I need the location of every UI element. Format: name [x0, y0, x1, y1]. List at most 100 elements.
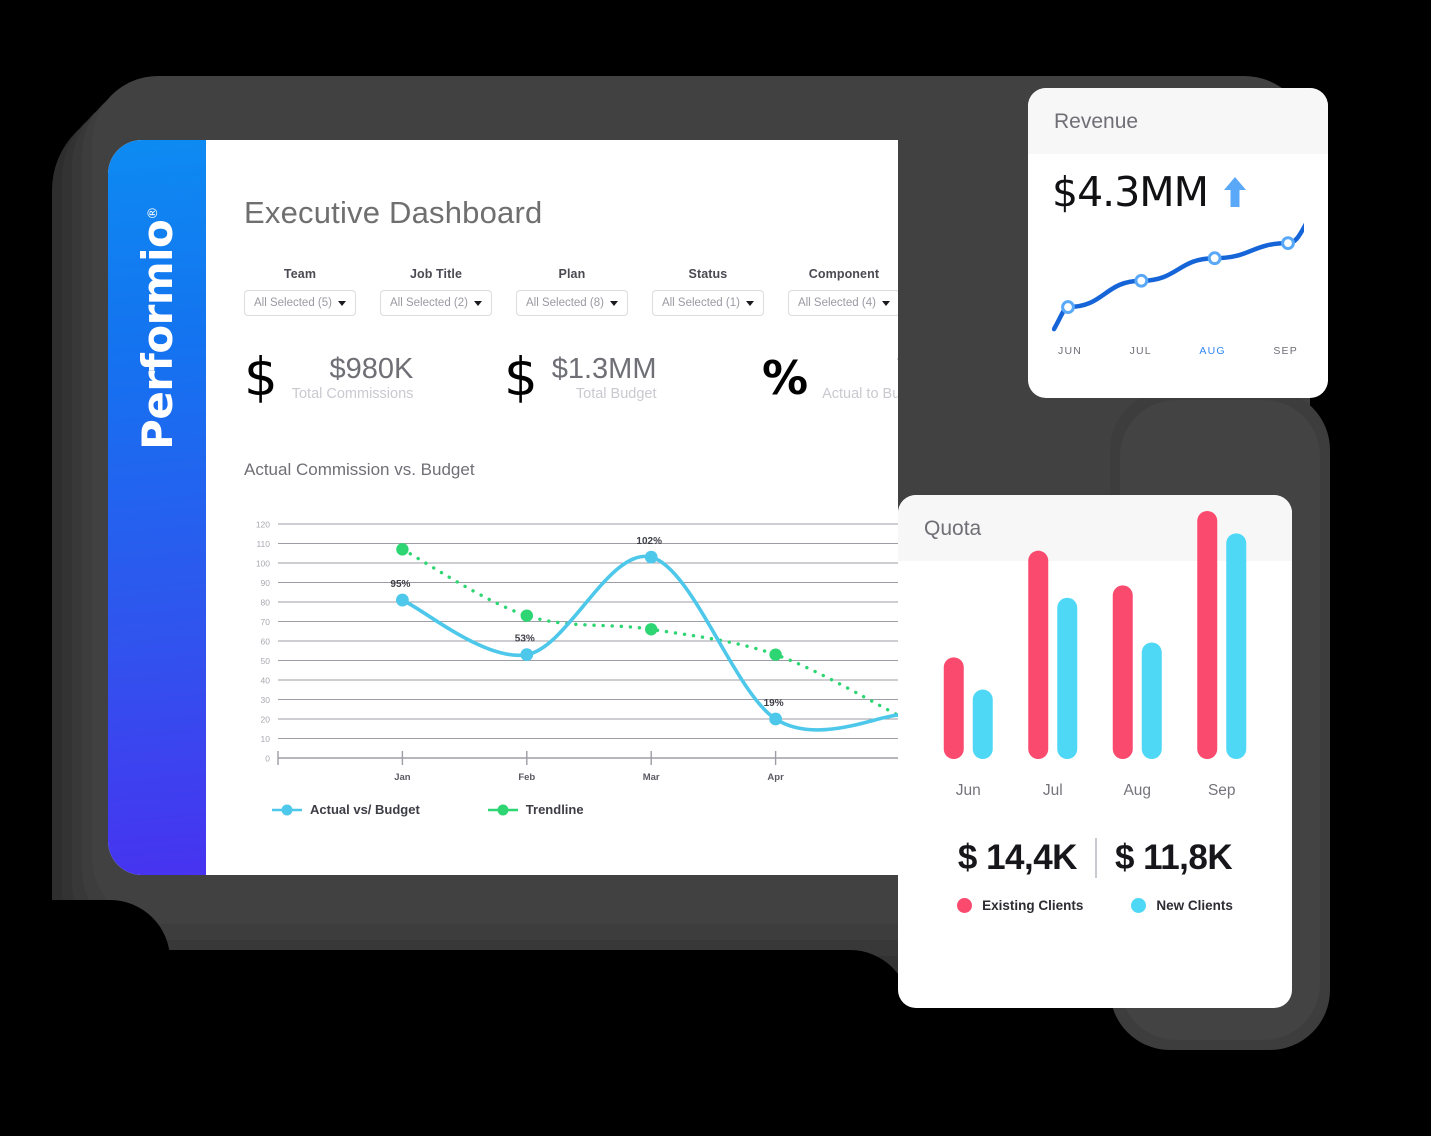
performio-logo[interactable]: Performio® [125, 176, 189, 476]
quota-card-body: Jun Jul Aug Sep $ 14,4K $ 11,8K Existing… [898, 511, 1292, 913]
quota-total-new-clients: $ 11,8K [1114, 838, 1233, 877]
revenue-data-point [1207, 251, 1222, 266]
filter-value-job-title: All Selected (2) [389, 297, 468, 309]
kpi-total-budget: $ $1.3MM Total Budget [504, 350, 752, 408]
revenue-month-labels: JUN JUL AUG SEP [1052, 345, 1304, 357]
chevron-down-icon [881, 300, 890, 306]
revenue-topline: $4.3MM [1052, 168, 1304, 216]
chart-y-tick-labels: 0 10 20 30 40 50 60 70 80 90 100 110 120 [256, 520, 270, 764]
svg-text:70: 70 [261, 617, 271, 627]
chart-point-labels: 95% 53% 102% 19% [390, 536, 783, 709]
revenue-month-jul: JUL [1129, 345, 1152, 357]
chevron-down-icon [745, 300, 754, 306]
chevron-down-icon [609, 300, 618, 306]
svg-text:Feb: Feb [518, 772, 535, 783]
revenue-sparkline [1051, 214, 1313, 332]
filter-label-plan: Plan [558, 267, 586, 281]
kpi-caption-actual-to-budget: Actual to Budget [822, 386, 898, 402]
filter-label-job-title: Job Title [409, 267, 463, 281]
quota-bar [1141, 642, 1162, 759]
svg-text:80: 80 [261, 598, 271, 608]
backdrop-cutout-top-right [1340, 60, 1431, 420]
new-clients-color-dot [1131, 898, 1147, 913]
filter-value-plan: All Selected (8) [525, 297, 604, 309]
filter-label-team: Team [283, 267, 317, 281]
revenue-card-title: Revenue [1028, 88, 1328, 154]
svg-text:Jan: Jan [394, 772, 411, 783]
legend-label-actual-vs-budget: Actual vs/ Budget [310, 802, 420, 817]
svg-text:30: 30 [261, 695, 271, 705]
filter-select-status[interactable]: All Selected (1) [651, 290, 764, 316]
svg-text:Apr: Apr [767, 772, 784, 783]
filter-job-title: Job Title All Selected (2) [379, 267, 492, 316]
revenue-data-point [1134, 273, 1149, 288]
quota-totals-divider [1094, 838, 1097, 878]
chevron-down-icon [473, 300, 482, 306]
svg-text:19%: 19% [764, 698, 784, 709]
kpi-total-commissions: $ $980K Total Commissions [244, 350, 494, 408]
percent-sign-icon: % [762, 351, 809, 405]
filter-value-component: All Selected (4) [797, 297, 876, 309]
quota-bars [943, 511, 1247, 759]
quota-legend-label-existing-clients: Existing Clients [982, 898, 1084, 913]
chart-gridlines [278, 523, 898, 739]
filter-select-component[interactable]: All Selected (4) [787, 290, 898, 316]
revenue-card-body: $4.3MM JUN JUL AUG SEP [1028, 154, 1328, 357]
quota-bar [1226, 533, 1247, 759]
kpi-row: $ $980K Total Commissions $ $1.3MM Total… [244, 350, 898, 408]
filter-component: Component All Selected (4) [787, 267, 898, 316]
sidebar: Performio® [108, 140, 206, 875]
filter-label-status: Status [688, 267, 728, 281]
kpi-caption-total-budget: Total Budget [575, 386, 657, 402]
quota-card: Quota Jun Jul Aug Sep $ 14,4K $ 11,8K Ex… [898, 495, 1292, 1008]
screenshot-stage: Performio® Executive Dashboard Team All … [0, 0, 1431, 1136]
filter-bar: Team All Selected (5) Job Title All Sele… [244, 267, 898, 316]
svg-text:40: 40 [261, 676, 271, 686]
dollar-sign-icon: $ [504, 347, 538, 408]
app-window: Performio® Executive Dashboard Team All … [108, 140, 898, 875]
filter-select-team[interactable]: All Selected (5) [244, 290, 356, 316]
svg-text:100: 100 [256, 559, 270, 569]
legend-marker-line-dot [272, 804, 302, 815]
legend-item-actual-vs-budget[interactable]: Actual vs/ Budget [272, 802, 420, 817]
quota-legend-item-existing-clients[interactable]: Existing Clients [957, 898, 1083, 913]
quota-month-jul: Jul [1042, 782, 1063, 799]
series-actual-vs-budget [396, 550, 898, 732]
filter-value-status: All Selected (1) [661, 297, 740, 309]
svg-text:90: 90 [261, 578, 271, 588]
filter-select-plan[interactable]: All Selected (8) [515, 290, 628, 316]
revenue-value: $4.3MM [1052, 168, 1209, 216]
svg-text:60: 60 [261, 637, 271, 647]
chart-title: Actual Commission vs. Budget [244, 460, 475, 479]
quota-bar-chart [943, 511, 1247, 759]
quota-month-aug: Aug [1123, 782, 1152, 799]
revenue-card: Revenue $4.3MM JUN JUL AUG SEP [1028, 88, 1328, 398]
kpi-value-actual-to-budget: 75 [896, 354, 898, 385]
commission-vs-budget-chart: 0 10 20 30 40 50 60 70 80 90 100 110 120 95% 53% 102% 1… [244, 514, 898, 817]
svg-text:120: 120 [256, 520, 270, 530]
svg-text:110: 110 [256, 539, 270, 549]
svg-text:102%: 102% [636, 536, 662, 547]
backdrop-cutout-right-mid [1320, 420, 1431, 680]
quota-legend-item-new-clients[interactable]: New Clients [1131, 898, 1233, 913]
svg-text:0: 0 [265, 754, 270, 764]
registered-trademark-icon: ® [145, 207, 161, 220]
revenue-month-jun: JUN [1058, 345, 1083, 357]
chart-x-tick-labels: Jan Feb Mar Apr [394, 772, 784, 783]
revenue-month-aug: AUG [1199, 345, 1226, 357]
filter-label-component: Component [808, 267, 880, 281]
kpi-value-total-commissions: $980K [329, 353, 414, 385]
revenue-line [1051, 214, 1313, 332]
legend-item-trendline[interactable]: Trendline [487, 802, 584, 817]
chart-legend: Actual vs/ Budget Trendline [272, 802, 898, 817]
arrow-up-icon [1224, 177, 1247, 207]
dashboard-content: Executive Dashboard Team All Selected (5… [206, 140, 898, 875]
quota-totals: $ 14,4K $ 11,8K [926, 838, 1264, 878]
revenue-data-point [1281, 236, 1295, 251]
filter-select-job-title[interactable]: All Selected (2) [379, 290, 492, 316]
kpi-caption-total-commissions: Total Commissions [291, 386, 414, 402]
quota-bar [1057, 597, 1078, 759]
svg-text:10: 10 [261, 734, 271, 744]
svg-text:95%: 95% [390, 579, 410, 590]
chart-x-axis [277, 751, 898, 765]
